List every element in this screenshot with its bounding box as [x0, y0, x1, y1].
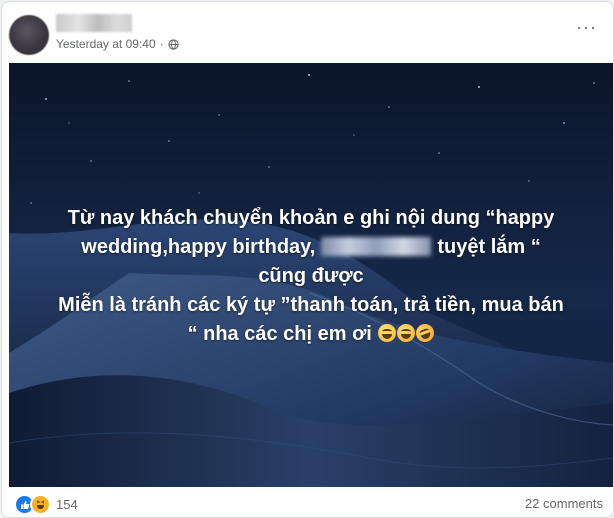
- redacted-text: [321, 237, 432, 256]
- reactions-summary[interactable]: 154: [14, 494, 78, 515]
- haha-icon: [30, 494, 51, 515]
- reaction-count: 154: [56, 497, 78, 512]
- caption-line-5: “ nha các chị em ơi: [9, 320, 613, 349]
- caption-line-2-start: wedding,happy birthday,: [81, 236, 316, 258]
- caption-line-4: Miễn là tránh các ký tự ”thanh toán, trả…: [58, 294, 564, 316]
- timestamp[interactable]: Yesterday at 09:40: [56, 37, 156, 51]
- globe-icon[interactable]: [168, 38, 179, 50]
- comments-count-link[interactable]: 22 comments: [525, 496, 603, 511]
- caption-line-1: Từ nay khách chuyển khoản e ghi nội dung…: [67, 207, 555, 229]
- grinning-sweat-emoji-icon: [397, 324, 416, 342]
- avatar[interactable]: [9, 15, 49, 55]
- more-options-icon[interactable]: ···: [576, 18, 597, 36]
- post-footer: 154 22 comments: [2, 488, 613, 517]
- rolling-on-floor-laughing-emoji-icon: [413, 321, 437, 345]
- meta-separator: ·: [159, 37, 164, 51]
- caption-line-2-end: tuyệt lắm “: [437, 236, 541, 258]
- post-image[interactable]: Từ nay khách chuyển khoản e ghi nội dung…: [9, 63, 613, 487]
- post-meta: Yesterday at 09:40 ·: [56, 37, 179, 51]
- face-with-hand-over-mouth-emoji-icon: [378, 324, 397, 342]
- caption-line-5-text: “ nha các chị em ơi: [187, 323, 372, 345]
- caption-line-3: cũng được: [258, 265, 364, 287]
- author-name-redacted[interactable]: [56, 14, 132, 32]
- post-header: Yesterday at 09:40 · ···: [2, 2, 613, 60]
- image-caption: Từ nay khách chuyển khoản e ghi nội dung…: [9, 204, 613, 349]
- post-card: Yesterday at 09:40 · ··· Từ nay khách ch…: [1, 1, 614, 518]
- caption-line-2: wedding,happy birthday, tuyệt lắm “: [9, 233, 613, 262]
